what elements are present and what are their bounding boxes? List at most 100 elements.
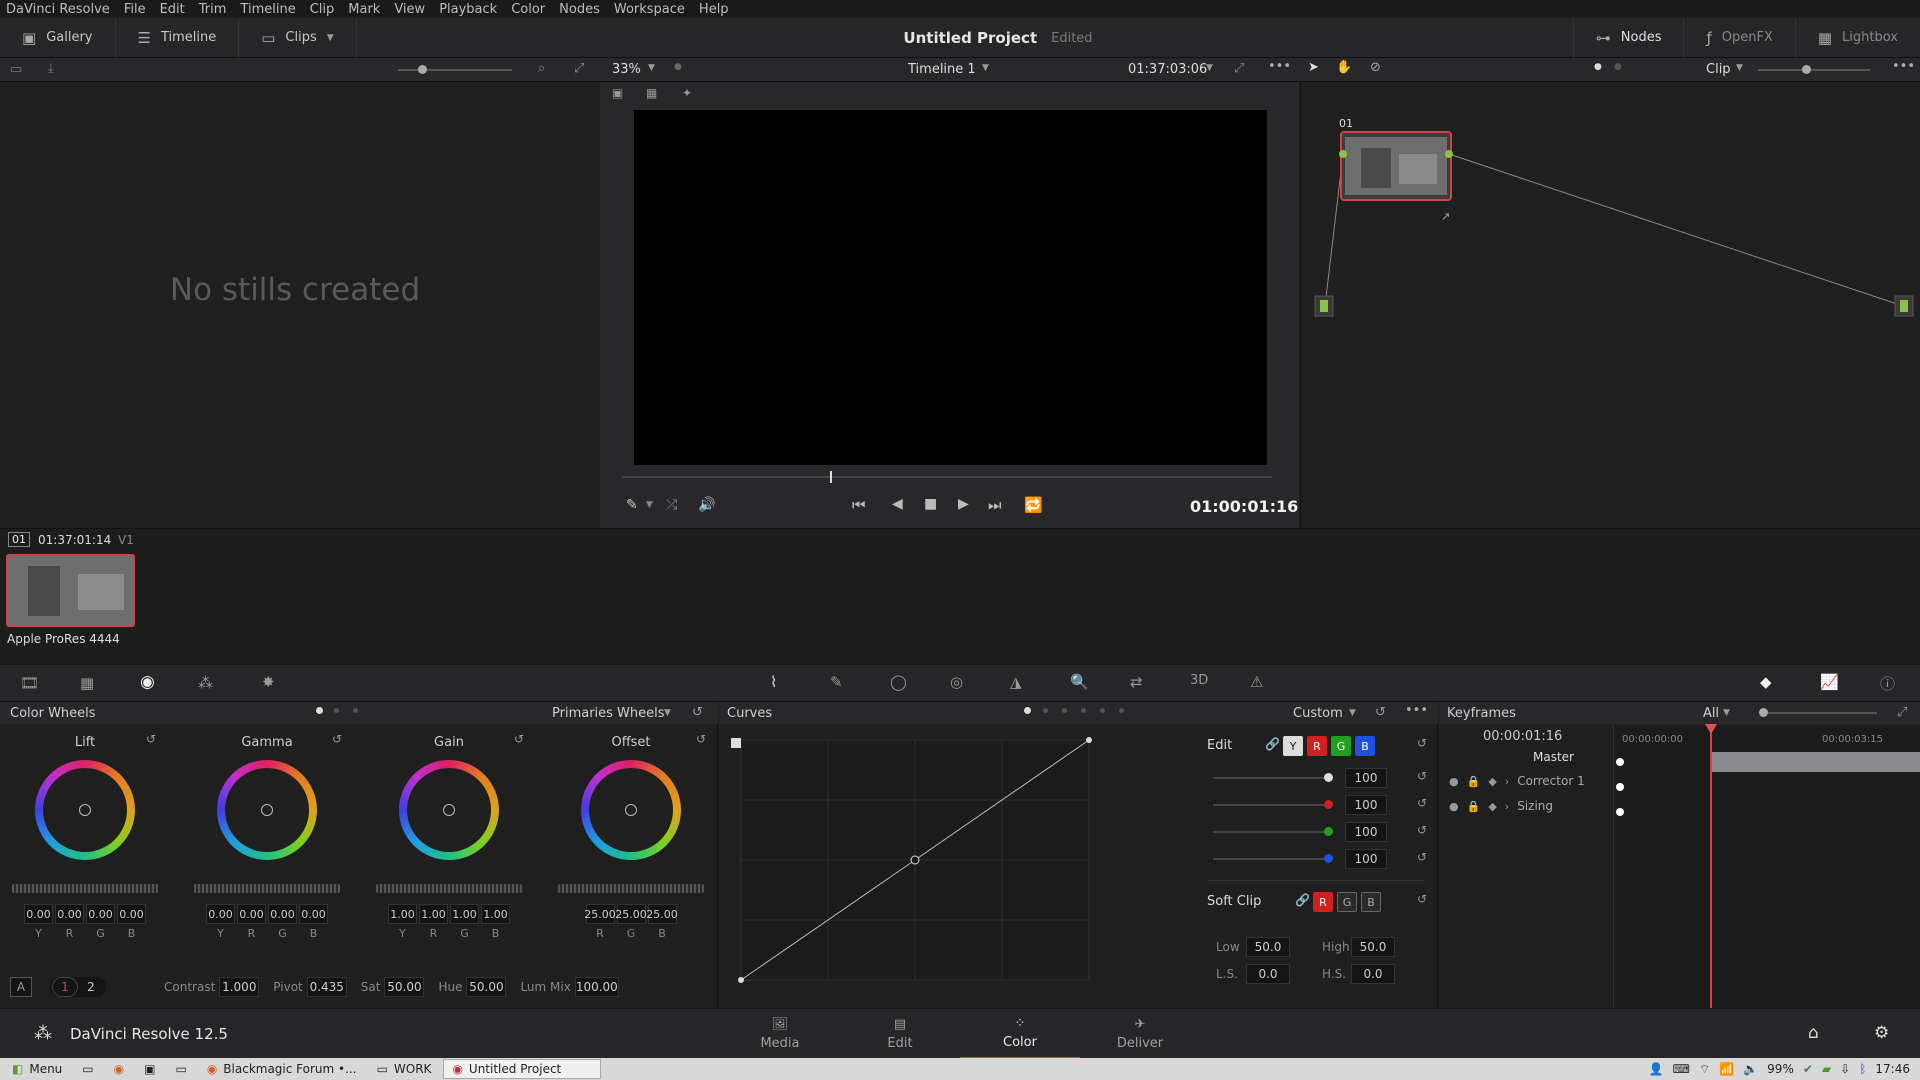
curve-point-white[interactable] (1086, 737, 1092, 743)
nodes-button[interactable]: ⊶ Nodes (1572, 17, 1684, 58)
more-options-icon[interactable]: ••• (1268, 59, 1291, 74)
reset-icon[interactable]: ↺ (1417, 823, 1427, 837)
master-wheel[interactable] (194, 884, 340, 893)
timeline-button[interactable]: ☰ Timeline (116, 17, 240, 58)
taskbar-item-forum[interactable]: ◉ Blackmagic Forum •... (199, 1059, 365, 1079)
master-wheel[interactable] (12, 884, 158, 893)
ls-field[interactable]: 0.0 (1246, 964, 1290, 984)
user-icon[interactable]: 👤 (1649, 1062, 1664, 1076)
window-icon[interactable]: ◯ (890, 673, 907, 691)
wheels-page-1[interactable]: 1 (52, 977, 78, 997)
hand-icon[interactable]: ✋ (1336, 60, 1352, 75)
menu-edit[interactable]: Edit (160, 2, 185, 17)
download-icon[interactable]: ⤓ (48, 61, 54, 76)
chevron-right-icon[interactable]: › (1505, 800, 1509, 813)
wheel-value-field[interactable]: 0.00 (237, 904, 266, 924)
curve-point-black[interactable] (738, 977, 744, 983)
gear-icon[interactable]: ⚙ (1874, 1023, 1889, 1043)
diamond-icon[interactable]: ◆ (1488, 800, 1496, 813)
keyframe-dot[interactable] (1616, 783, 1624, 791)
channel-y-button[interactable]: Y (1283, 736, 1303, 756)
search-icon[interactable]: ⌕ (538, 61, 545, 76)
menu-mark[interactable]: Mark (348, 2, 380, 17)
page-dot-active[interactable] (1024, 707, 1031, 714)
wheel-value-field[interactable]: 0.00 (55, 904, 84, 924)
curve-handle[interactable] (731, 738, 741, 748)
source-timecode[interactable]: 01:37:03:06 (1128, 62, 1207, 77)
keyframe-timeline[interactable]: 00:00:00:00 00:00:03:15 (1613, 724, 1920, 1008)
keyframe-zoom-slider[interactable] (1759, 708, 1877, 717)
keyframe-dot[interactable] (1616, 808, 1624, 816)
node-editor[interactable]: ↗ 01 (1300, 82, 1920, 528)
page-dot-active[interactable] (316, 707, 323, 714)
wheel-value-field[interactable]: 0.00 (117, 904, 146, 924)
curves-icon[interactable]: ⌇ (770, 673, 777, 691)
3d-icon[interactable]: 3D (1190, 673, 1208, 688)
desktop-icon[interactable]: ▭ (74, 1059, 101, 1079)
intensity-field[interactable]: 100 (1345, 768, 1387, 788)
rgb-mixer-icon[interactable]: ⁂ (198, 674, 213, 692)
timeline-select[interactable]: Timeline 1 (908, 62, 976, 77)
bluetooth-icon[interactable]: ᛒ (1859, 1062, 1866, 1076)
menu-trim[interactable]: Trim (199, 2, 227, 17)
page-color[interactable]: ⁘ Color (960, 1009, 1080, 1059)
page-dot[interactable] (1062, 708, 1067, 713)
motion-effects-icon[interactable]: ✸ (262, 673, 275, 691)
soft-clip-b-button[interactable]: B (1361, 892, 1381, 912)
wheel-value-field[interactable]: 1.00 (388, 904, 417, 924)
wheel-value-field[interactable]: 0.00 (86, 904, 115, 924)
reset-icon[interactable]: ↺ (696, 732, 706, 746)
lum-mix-field[interactable]: 100.00 (574, 977, 619, 997)
intensity-slider[interactable] (1213, 831, 1329, 833)
lock-icon[interactable]: 🔒 (1467, 775, 1481, 788)
hdr-icon[interactable]: ⚠ (1250, 673, 1263, 691)
soft-clip-r-button[interactable]: R (1313, 892, 1333, 912)
reset-icon[interactable]: ↺ (1417, 796, 1427, 810)
pivot-field[interactable]: 0.435 (306, 977, 347, 997)
gpu-icon[interactable]: ▰ (1822, 1062, 1831, 1076)
start-menu-button[interactable]: ◧ Menu (4, 1059, 70, 1079)
slider-thumb[interactable] (1759, 708, 1768, 717)
curve-point-mid[interactable] (910, 855, 920, 865)
node-input-dot[interactable] (1339, 150, 1347, 158)
volume-icon[interactable]: 🔈 (1743, 1062, 1758, 1076)
keyframe-filter-select[interactable]: All (1703, 706, 1719, 721)
channel-g-button[interactable]: G (1331, 736, 1351, 756)
home-icon[interactable]: ⌂ (1808, 1023, 1819, 1043)
menu-workspace[interactable]: Workspace (614, 2, 685, 17)
reset-icon[interactable]: ↺ (1417, 769, 1427, 783)
reset-icon[interactable]: ↺ (1417, 850, 1427, 864)
scopes-icon[interactable]: 📈 (1820, 673, 1839, 691)
reset-icon[interactable]: ↺ (1417, 892, 1427, 906)
clip-thumbnail[interactable] (6, 554, 135, 627)
play-icon[interactable]: ▶ (958, 496, 969, 512)
taskbar-item-resolve[interactable]: ◉ Untitled Project (443, 1059, 602, 1079)
diamond-icon[interactable]: ◆ (1488, 775, 1496, 788)
wheel-puck[interactable] (443, 804, 455, 816)
more-options-icon[interactable]: ••• (1892, 59, 1915, 74)
page-dot[interactable] (1119, 708, 1124, 713)
visibility-dot-icon[interactable]: ● (1449, 775, 1459, 788)
master-wheel[interactable] (376, 884, 522, 893)
menu-color[interactable]: Color (511, 2, 545, 17)
reset-icon[interactable]: ↺ (332, 732, 342, 746)
low-field[interactable]: 50.0 (1246, 937, 1290, 957)
shuffle-icon[interactable]: ⤮ (666, 497, 677, 513)
clips-button[interactable]: ▭ Clips ▼ (239, 17, 357, 58)
chevron-right-icon[interactable]: › (1505, 775, 1509, 788)
keyboard-icon[interactable]: ⌨ (1673, 1062, 1690, 1076)
pointer-icon[interactable]: ➤ (1308, 60, 1319, 75)
page-dot[interactable] (334, 708, 339, 713)
hue-field[interactable]: 50.00 (466, 977, 507, 997)
menu-help[interactable]: Help (699, 2, 729, 17)
more-options-icon[interactable]: ••• (1405, 703, 1428, 718)
info-icon[interactable]: ⓘ (1880, 673, 1895, 694)
split-view-icon[interactable]: ▦ (646, 86, 657, 100)
lock-icon[interactable]: 🔒 (1467, 800, 1481, 813)
wheels-page-2[interactable]: 2 (78, 977, 104, 997)
wheel-value-field[interactable]: 25.00 (584, 904, 616, 924)
taskbar-item-work[interactable]: ▭ WORK (369, 1059, 440, 1079)
sizing-icon[interactable]: ⇄ (1130, 673, 1143, 691)
fullscreen-icon[interactable]: ⤢ (1234, 61, 1244, 76)
menu-file[interactable]: File (124, 2, 146, 17)
